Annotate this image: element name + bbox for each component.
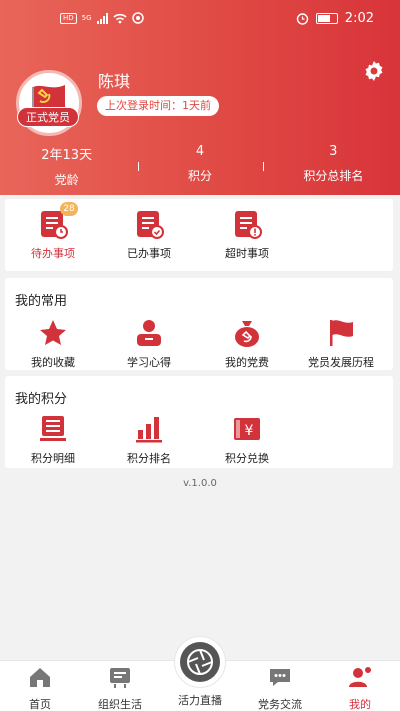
member-badge: 正式党员 [17, 107, 79, 127]
location-icon [131, 12, 144, 24]
points-card: 我的积分 积分明细 积分排名 ¥ 积分兑换 [5, 376, 393, 468]
tab-org-life[interactable]: 组织生活 [80, 661, 160, 711]
tab-label: 我的 [349, 698, 371, 711]
bar-chart-icon [134, 414, 164, 444]
fav-label: 我的党费 [225, 356, 269, 369]
last-login-value: 1天前 [182, 99, 211, 112]
points-label: 积分排名 [127, 452, 171, 465]
tab-label: 活力直播 [178, 694, 222, 707]
flag-icon [326, 318, 356, 348]
version-label: v.1.0.0 [183, 478, 217, 489]
signal-icon [96, 12, 108, 24]
last-login: 上次登录时间：1天前 [97, 96, 219, 116]
favorites-card: 我的常用 我的收藏 学习心得 我的党费 党员发展历程 [5, 278, 393, 370]
network-chip: HD [60, 12, 77, 24]
battery-icon [315, 13, 338, 24]
points-label: 积分明细 [31, 452, 75, 465]
fav-party-dues[interactable]: 我的党费 [207, 318, 287, 370]
stat-label: 党龄 [54, 173, 79, 187]
gear-icon[interactable] [362, 59, 386, 83]
points-label: 积分兑换 [225, 452, 269, 465]
done-doc-icon [134, 209, 164, 239]
last-login-label: 上次登录时间： [105, 99, 182, 112]
tab-home[interactable]: 首页 [0, 661, 80, 711]
live-button[interactable] [174, 636, 226, 688]
points-detail[interactable]: 积分明细 [13, 414, 93, 466]
network-type: 5G [81, 14, 92, 22]
stat-party-age[interactable]: 2年13天 党龄 [0, 142, 133, 187]
money-bag-icon [232, 318, 262, 348]
wifi-icon [113, 13, 127, 23]
tasks-card: 28 待办事项 已办事项 超时事项 [5, 199, 393, 271]
fav-label: 学习心得 [127, 356, 171, 369]
star-icon [38, 318, 68, 348]
tab-mine[interactable]: 我的 [320, 661, 400, 711]
tab-label: 首页 [29, 698, 51, 711]
stat-label: 积分总排名 [303, 169, 364, 183]
chat-icon [270, 669, 290, 686]
profile-header: HD 5G 2:02 正式党员 陈琪 上次登录时间：1天前 2年13天 党龄 4… [0, 0, 400, 195]
task-todo[interactable]: 28 待办事项 [13, 202, 93, 261]
stat-divider [263, 162, 264, 171]
task-label: 已办事项 [127, 247, 171, 260]
stat-rank[interactable]: 3 积分总排名 [267, 142, 400, 184]
fav-label: 我的收藏 [31, 356, 75, 369]
stat-divider [138, 162, 139, 171]
status-bar: HD 5G 2:02 [0, 0, 400, 38]
fav-study-notes[interactable]: 学习心得 [109, 318, 189, 370]
stats-row: 2年13天 党龄 4 积分 3 积分总排名 [0, 142, 400, 187]
favorites-title: 我的常用 [15, 294, 68, 309]
fav-collection[interactable]: 我的收藏 [13, 318, 93, 370]
points-title: 我的积分 [15, 392, 68, 407]
camera-aperture-icon [180, 642, 220, 682]
status-time: 2:02 [344, 11, 374, 26]
fav-label: 党员发展历程 [308, 356, 374, 369]
task-done[interactable]: 已办事项 [109, 209, 189, 261]
tab-label: 党务交流 [258, 698, 302, 711]
monitor-icon [38, 414, 68, 444]
task-label: 待办事项 [31, 247, 75, 260]
points-exchange[interactable]: ¥ 积分兑换 [207, 414, 287, 466]
task-overdue[interactable]: 超时事项 [207, 209, 287, 261]
stat-value: 2年13天 [41, 148, 93, 163]
stat-value: 3 [329, 144, 338, 159]
stat-label: 积分 [187, 169, 212, 183]
user-icon [349, 667, 371, 687]
board-icon [110, 668, 130, 688]
home-icon [30, 668, 50, 687]
yen-ticket-icon: ¥ [232, 414, 262, 444]
stat-points[interactable]: 4 积分 [133, 142, 266, 184]
todo-doc-icon: 28 [38, 202, 78, 239]
overdue-doc-icon [232, 209, 262, 239]
stat-value: 4 [195, 144, 205, 159]
tab-label: 组织生活 [98, 698, 142, 711]
alarm-icon [296, 13, 308, 25]
task-label: 超时事项 [225, 247, 269, 260]
person-card-icon [134, 318, 164, 348]
tab-affairs-exchange[interactable]: 党务交流 [240, 661, 320, 711]
svg-text:¥: ¥ [245, 423, 254, 439]
user-name: 陈琪 [98, 72, 131, 91]
points-ranking[interactable]: 积分排名 [109, 414, 189, 466]
fav-development-history[interactable]: 党员发展历程 [301, 318, 381, 370]
todo-count-badge: 28 [60, 202, 78, 216]
